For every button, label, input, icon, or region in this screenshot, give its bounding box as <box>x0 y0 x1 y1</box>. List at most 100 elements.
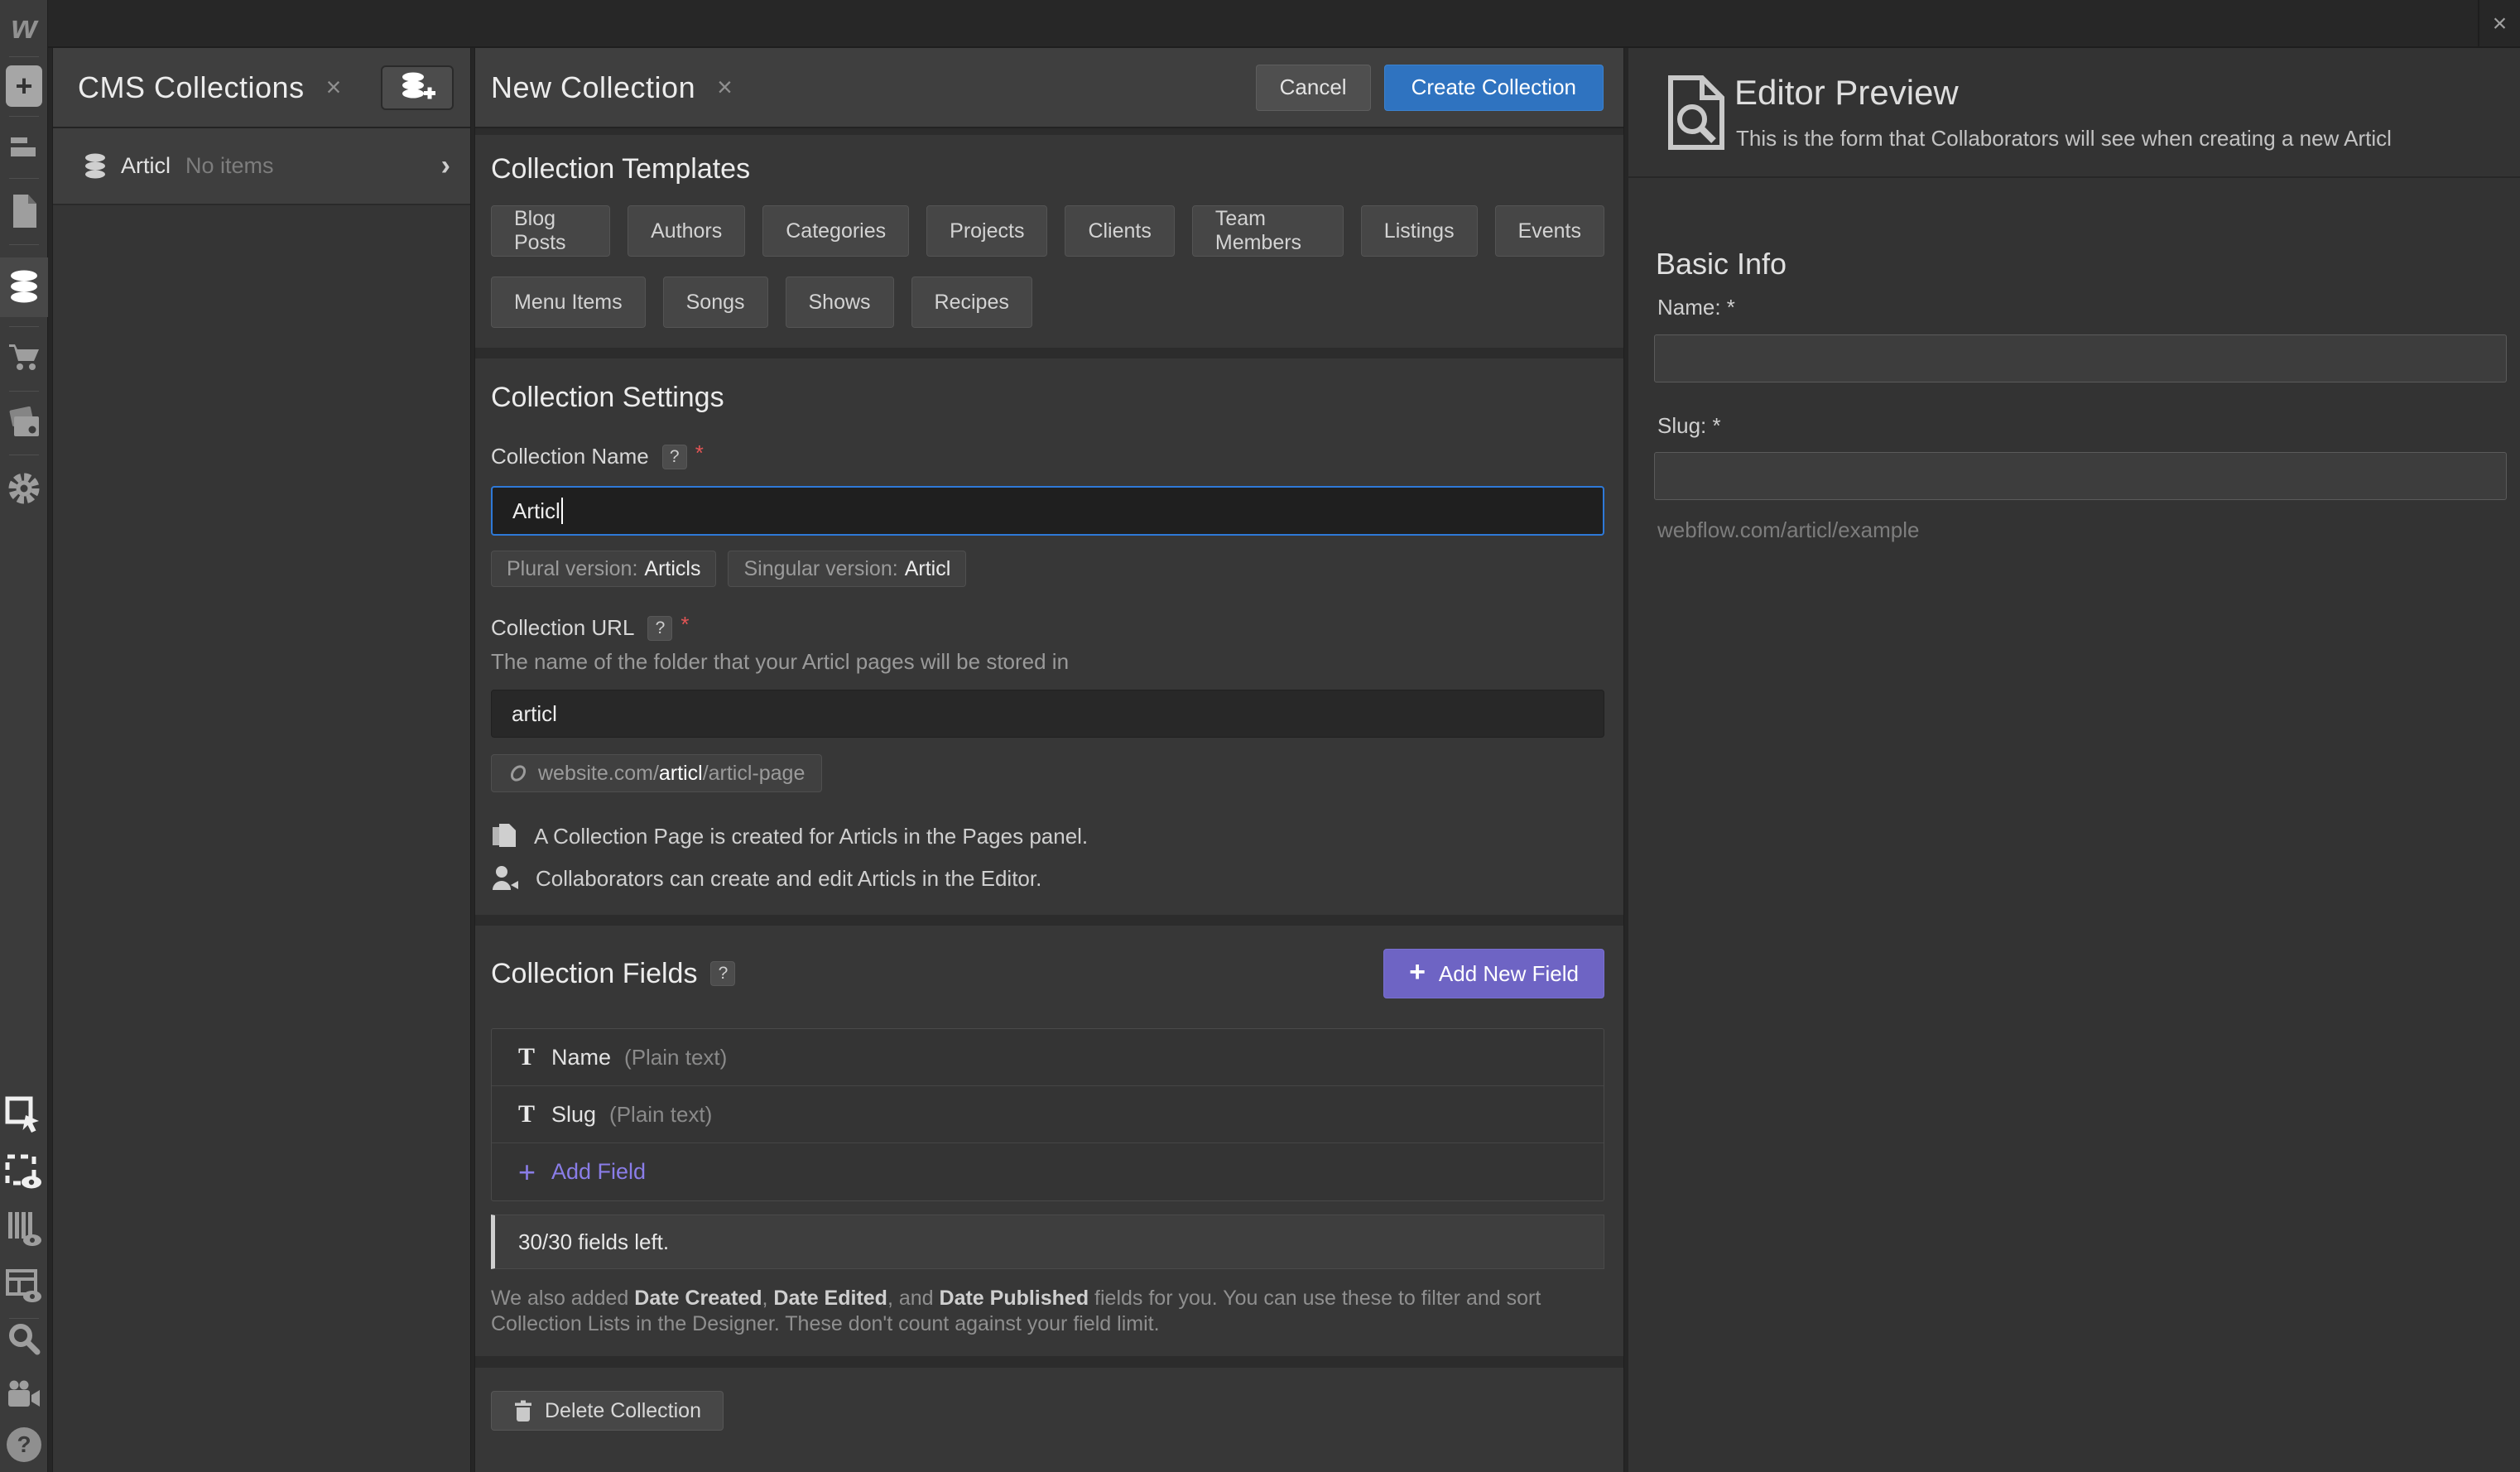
collection-list-item[interactable]: Articl No items › <box>53 128 470 205</box>
ecommerce-tool[interactable] <box>0 341 48 374</box>
collection-name-input[interactable]: Articl <box>491 486 1604 536</box>
link-icon <box>508 763 528 783</box>
pages-note-text: A Collection Page is created for Articls… <box>534 824 1088 849</box>
collaborator-icon <box>491 865 519 892</box>
navigator-tool[interactable] <box>0 132 48 162</box>
new-collection-panel: New Collection × Cancel Create Collectio… <box>475 48 1623 1472</box>
preview-slug-input[interactable] <box>1654 452 2507 500</box>
webflow-logo[interactable]: w <box>0 10 48 45</box>
template-projects[interactable]: Projects <box>926 205 1047 257</box>
collection-templates-section: Collection Templates Blog Posts Authors … <box>475 135 1623 348</box>
note-date-published: Date Published <box>940 1287 1089 1310</box>
templates-row-2: Menu Items Songs Shows Recipes <box>491 277 1604 328</box>
create-collection-button[interactable]: Create Collection <box>1384 65 1604 111</box>
template-categories[interactable]: Categories <box>762 205 909 257</box>
template-blog-posts[interactable]: Blog Posts <box>491 205 610 257</box>
chevron-right-icon: › <box>441 150 450 182</box>
help-badge-icon[interactable]: ? <box>710 961 735 986</box>
collaborators-note-text: Collaborators can create and edit Articl… <box>536 866 1041 892</box>
template-team-members[interactable]: Team Members <box>1192 205 1344 257</box>
delete-collection-button[interactable]: Delete Collection <box>491 1391 724 1431</box>
toolbar-divider <box>9 56 39 57</box>
collection-name-label-row: Collection Name ? * <box>491 444 1604 469</box>
editor-preview-title: Editor Preview <box>1734 73 1959 113</box>
new-collection-title: New Collection <box>491 70 695 105</box>
cms-panel-close-button[interactable]: × <box>326 72 342 103</box>
assets-tool[interactable] <box>0 406 48 440</box>
guides-overlay-tool[interactable] <box>0 1210 48 1248</box>
editor-preview-icon <box>1664 75 1729 151</box>
delete-collection-label: Delete Collection <box>545 1399 701 1423</box>
field-name: Name <box>551 1045 611 1070</box>
collection-item-status: No items <box>185 153 274 179</box>
add-collection-button[interactable] <box>381 65 454 110</box>
field-row-slug[interactable]: T Slug (Plain text) <box>492 1086 1604 1143</box>
new-collection-header: New Collection × Cancel Create Collectio… <box>475 48 1623 128</box>
designer-toolbar: w + <box>0 0 48 1472</box>
close-panel-button[interactable]: × <box>2478 0 2520 48</box>
field-name: Slug <box>551 1102 596 1128</box>
template-clients[interactable]: Clients <box>1065 205 1174 257</box>
video-tutorials-tool[interactable] <box>0 1378 48 1412</box>
help-badge-icon[interactable]: ? <box>662 445 687 469</box>
toolbar-divider <box>9 178 39 179</box>
select-tool[interactable] <box>0 1096 48 1134</box>
webflow-logo-icon: w <box>11 9 36 46</box>
preview-mode-tool[interactable] <box>0 1154 48 1192</box>
text-caret <box>561 498 563 524</box>
singular-version-chip: Singular version: Articl <box>728 551 966 587</box>
search-tool[interactable] <box>0 1320 48 1358</box>
fields-heading: Collection Fields <box>491 958 697 990</box>
template-shows[interactable]: Shows <box>786 277 894 328</box>
basic-info-heading: Basic Info <box>1656 247 1787 281</box>
add-new-field-button[interactable]: + Add New Field <box>1383 949 1604 998</box>
settings-tool[interactable] <box>0 469 48 508</box>
field-row-name[interactable]: T Name (Plain text) <box>492 1029 1604 1086</box>
collection-name-value: Articl <box>512 498 560 524</box>
layout-preview-tool[interactable] <box>0 1267 48 1305</box>
collection-url-helper: The name of the folder that your Articl … <box>491 649 1604 675</box>
dashed-selection-eye-icon <box>5 1154 43 1192</box>
required-asterisk: * <box>680 612 689 637</box>
cms-collections-tool[interactable] <box>0 270 48 305</box>
pages-tool[interactable] <box>0 192 48 230</box>
template-menu-items[interactable]: Menu Items <box>491 277 646 328</box>
template-recipes[interactable]: Recipes <box>911 277 1032 328</box>
webflow-designer-window: × w + <box>0 0 2520 1472</box>
top-bar: × <box>0 0 2520 48</box>
plain-text-field-icon: T <box>518 1043 551 1071</box>
new-collection-close-button[interactable]: × <box>717 72 733 103</box>
editor-preview-header: Editor Preview This is the form that Col… <box>1628 48 2520 178</box>
url-preview-text: website.com/articl/articl-page <box>538 762 805 786</box>
collection-settings-section: Collection Settings Collection Name ? * … <box>475 358 1623 915</box>
add-field-label: Add Field <box>551 1159 646 1185</box>
add-field-row[interactable]: + Add Field <box>492 1143 1604 1200</box>
pages-note-row: A Collection Page is created for Articls… <box>491 822 1604 850</box>
template-events[interactable]: Events <box>1495 205 1604 257</box>
note-date-edited: Date Edited <box>773 1287 887 1310</box>
add-elements-tool[interactable]: + <box>0 65 48 108</box>
field-type: (Plain text) <box>609 1102 712 1128</box>
cancel-button[interactable]: Cancel <box>1256 65 1371 111</box>
template-listings[interactable]: Listings <box>1361 205 1478 257</box>
collection-database-icon <box>83 153 108 180</box>
template-authors[interactable]: Authors <box>628 205 745 257</box>
cart-icon <box>7 342 41 373</box>
database-icon <box>7 270 41 305</box>
delete-collection-section: Delete Collection <box>475 1368 1623 1472</box>
help-tool[interactable]: ? <box>0 1427 48 1462</box>
templates-heading: Collection Templates <box>491 153 1604 185</box>
add-elements-icon: + <box>6 65 42 107</box>
gear-icon <box>4 469 44 508</box>
plural-version-chip: Plural version: Articls <box>491 551 716 587</box>
help-badge-icon[interactable]: ? <box>647 616 672 641</box>
template-songs[interactable]: Songs <box>663 277 768 328</box>
preview-name-input[interactable] <box>1654 334 2507 382</box>
collection-url-input[interactable]: articl <box>491 690 1604 738</box>
editor-preview-subtitle: This is the form that Collaborators will… <box>1736 126 2392 152</box>
cursor-select-icon <box>5 1096 43 1134</box>
name-variants-row: Plural version: Articls Singular version… <box>491 551 1604 587</box>
plus-icon: + <box>518 1155 551 1190</box>
singular-label: Singular version: <box>743 557 897 581</box>
settings-heading: Collection Settings <box>491 382 1604 414</box>
